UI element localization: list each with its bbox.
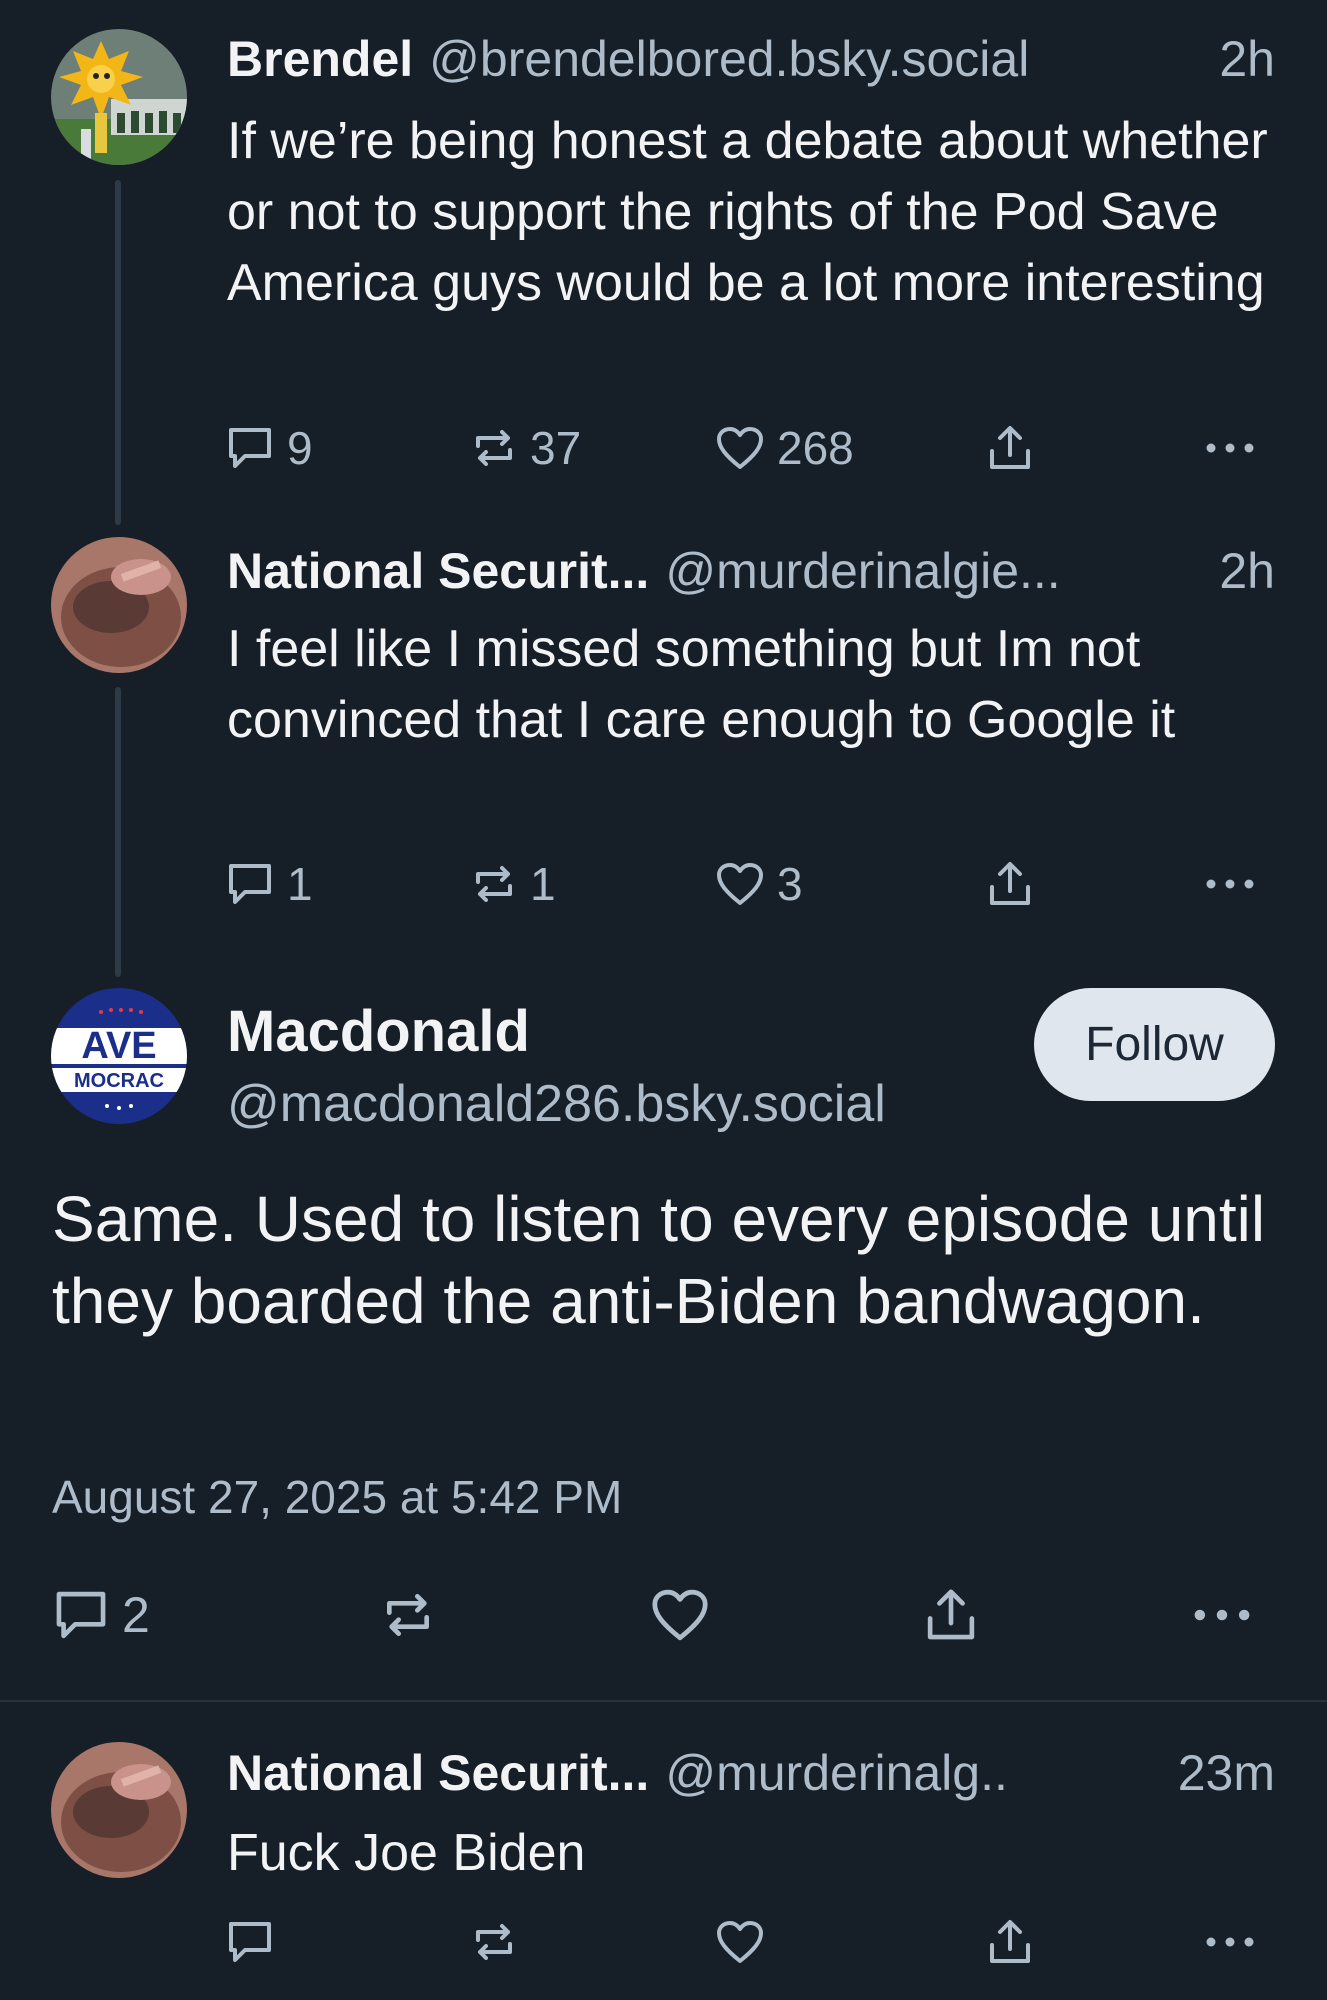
- author-handle[interactable]: @macdonald286.bsky.social: [227, 1074, 886, 1134]
- like-button[interactable]: 3: [715, 854, 803, 914]
- more-button[interactable]: [1192, 1580, 1252, 1650]
- thread-post[interactable]: National Securit... @murderinalgie... 2h…: [0, 520, 1327, 960]
- like-icon: [652, 1589, 708, 1641]
- like-count: 268: [777, 422, 854, 474]
- author-handle[interactable]: @murderinalg..: [665, 1744, 1165, 1802]
- post-time[interactable]: 23m: [1178, 1744, 1275, 1802]
- share-icon: [990, 426, 1030, 469]
- reply-icon: [229, 1922, 271, 1962]
- post-text: Fuck Joe Biden: [227, 1824, 586, 1882]
- reply-button[interactable]: 9: [225, 418, 313, 478]
- reply-icon: [229, 428, 271, 468]
- repost-icon: [476, 866, 512, 902]
- more-icon: [1206, 879, 1254, 889]
- repost-button[interactable]: [470, 1912, 518, 1972]
- more-icon: [1206, 1937, 1254, 1947]
- share-button[interactable]: [924, 1580, 978, 1650]
- like-count: 3: [777, 858, 803, 910]
- repost-count: 1: [530, 858, 556, 910]
- author-name[interactable]: National Securit...: [227, 542, 649, 600]
- follow-button[interactable]: Follow: [1034, 988, 1275, 1101]
- author-handle[interactable]: @brendelbored.bsky.social: [429, 30, 1207, 88]
- thread-post[interactable]: Brendel @brendelbored.bsky.social 2h If …: [0, 0, 1327, 520]
- reply-button[interactable]: [225, 1912, 275, 1972]
- reply-button[interactable]: 1: [225, 854, 313, 914]
- author-name[interactable]: Macdonald: [227, 998, 530, 1065]
- post-time[interactable]: 2h: [1219, 30, 1275, 88]
- share-button[interactable]: [987, 1912, 1033, 1972]
- more-button[interactable]: [1205, 1912, 1255, 1972]
- post-text: I feel like I missed something but Im no…: [227, 620, 1176, 749]
- post-text: If we’re being honest a debate about whe…: [227, 112, 1268, 312]
- author-name[interactable]: Brendel: [227, 30, 413, 88]
- avatar[interactable]: [51, 29, 187, 165]
- avatar[interactable]: AVE MOCRAC: [51, 988, 187, 1124]
- reply-icon: [229, 864, 271, 904]
- like-icon: [717, 1921, 763, 1963]
- repost-button[interactable]: 1: [470, 854, 556, 914]
- reply-icon: [56, 1591, 106, 1639]
- repost-button[interactable]: [380, 1580, 436, 1650]
- post-text: Same. Used to listen to every episode un…: [52, 1183, 1266, 1337]
- repost-icon: [476, 430, 512, 466]
- author-name[interactable]: National Securit...: [227, 1744, 649, 1802]
- share-icon: [990, 1920, 1030, 1963]
- more-button[interactable]: [1205, 418, 1255, 478]
- like-button[interactable]: [650, 1580, 710, 1650]
- like-button[interactable]: [715, 1912, 765, 1972]
- like-icon: [717, 863, 763, 905]
- repost-icon: [476, 1924, 512, 1960]
- like-icon: [717, 427, 763, 469]
- author-handle[interactable]: @murderinalgie...: [665, 542, 1207, 600]
- share-button[interactable]: [987, 418, 1033, 478]
- repost-button[interactable]: 37: [470, 418, 581, 478]
- avatar-text: MOCRAC: [74, 1070, 164, 1092]
- avatar-text: AVE: [81, 1025, 156, 1067]
- more-button[interactable]: [1205, 854, 1255, 914]
- like-button[interactable]: 268: [715, 418, 854, 478]
- repost-count: 37: [530, 422, 582, 474]
- avatar[interactable]: [51, 1742, 187, 1878]
- reply-count: 1: [287, 858, 313, 910]
- reply-post[interactable]: National Securit... @murderinalg.. 23m F…: [0, 1702, 1327, 2000]
- reply-count: 9: [287, 422, 313, 474]
- reply-button[interactable]: 2: [52, 1580, 150, 1650]
- avatar[interactable]: [51, 537, 187, 673]
- repost-icon: [387, 1594, 429, 1636]
- reply-count: 2: [122, 1587, 150, 1643]
- share-icon: [927, 1589, 975, 1640]
- more-icon: [1194, 1609, 1250, 1621]
- share-button[interactable]: [987, 854, 1033, 914]
- more-icon: [1206, 443, 1254, 453]
- post-timestamp: August 27, 2025 at 5:42 PM: [52, 1471, 623, 1523]
- share-icon: [990, 862, 1030, 905]
- post-time[interactable]: 2h: [1219, 542, 1275, 600]
